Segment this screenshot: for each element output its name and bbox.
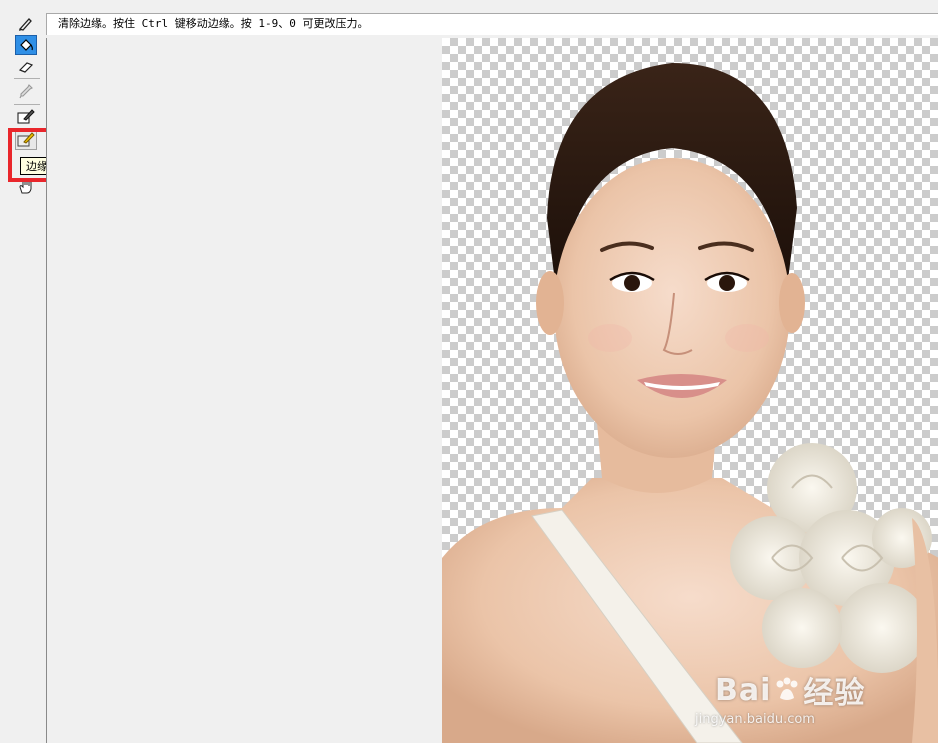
image-canvas[interactable]: Bai 经验 jingyan.baidu.com [442,38,938,743]
watermark-brand-right: 经验 [803,676,866,711]
eraser-icon [18,62,34,73]
toolbar-separator [14,104,40,105]
hint-bar: 清除边缘。按住 Ctrl 键移动边缘。按 1-9、0 可更改压力。 [46,13,938,35]
tool-panel: 边缘修饰工具 (T) [0,0,125,743]
edge-highlighter-tool[interactable] [15,14,37,34]
paw-icon [776,677,798,700]
watermark-brand-left: Bai [715,672,772,708]
portrait-image [442,63,938,743]
cleanup-brush-icon [17,109,35,124]
watermark-logo: Bai 经验 [715,668,891,712]
highlighter-icon [18,18,32,31]
fill-tool[interactable] [15,35,37,55]
paint-bucket-icon [20,39,33,51]
watermark-url: jingyan.baidu.com [695,712,815,727]
eraser-tool[interactable] [15,57,37,77]
toolbar-separator [14,78,40,79]
eyedropper-icon [19,84,33,99]
cleanup-tool[interactable] [15,107,37,127]
baidu-watermark: Bai 经验 jingyan.baidu.com [695,668,891,728]
canvas-area[interactable]: Bai 经验 jingyan.baidu.com [46,38,938,743]
eyedropper-tool[interactable] [15,82,37,102]
